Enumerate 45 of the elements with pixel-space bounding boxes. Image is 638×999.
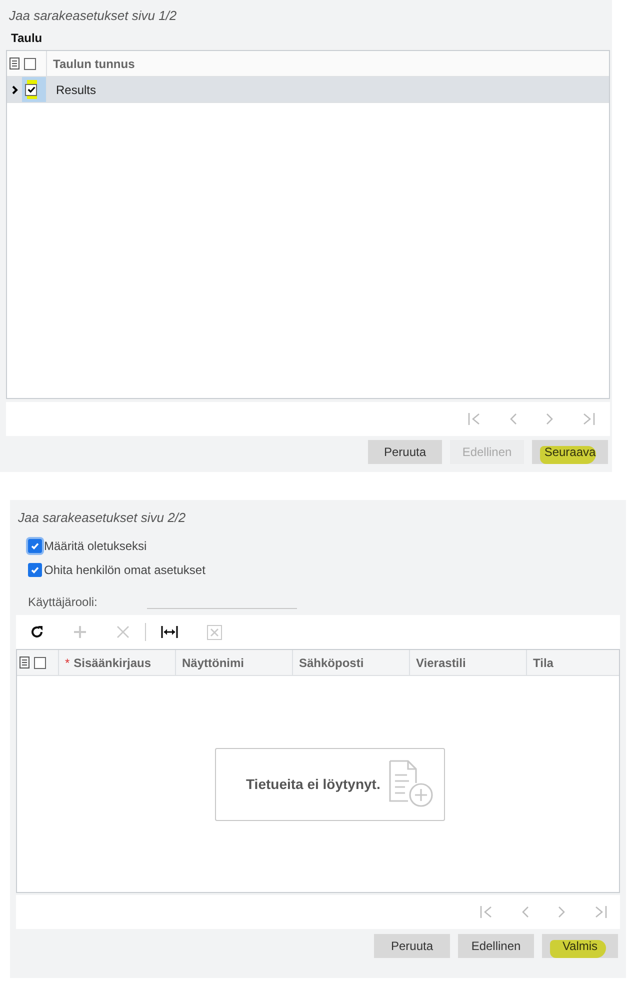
dialog-title: Jaa sarakeasetukset sivu 2/2 — [18, 510, 187, 525]
dialog-title: Jaa sarakeasetukset sivu 1/2 — [9, 8, 178, 23]
column-label: Tila — [533, 656, 554, 670]
required-mark: * — [65, 656, 70, 670]
column-label: Vierastili — [416, 656, 466, 670]
next-page-icon[interactable] — [545, 412, 555, 426]
dialog-button[interactable]: Edellinen — [458, 934, 534, 958]
first-page-icon[interactable] — [467, 412, 481, 426]
column-header[interactable]: Vierastili — [410, 650, 527, 675]
first-page-icon[interactable] — [479, 905, 493, 919]
dialog-button[interactable]: Peruuta — [368, 440, 442, 464]
previous-page-icon[interactable] — [508, 412, 518, 426]
fit-width-icon[interactable] — [161, 625, 178, 639]
column-label: Sähköposti — [299, 656, 364, 670]
add-document-icon — [388, 759, 436, 809]
column-chooser-icon[interactable] — [9, 57, 20, 70]
refresh-icon[interactable] — [30, 625, 44, 639]
previous-page-icon[interactable] — [520, 905, 530, 919]
table-row[interactable]: Results — [7, 77, 609, 103]
dialog-button[interactable]: Peruuta — [374, 934, 450, 958]
option-label: Ohita henkilön omat asetukset — [44, 563, 206, 577]
select-all-checkbox[interactable] — [34, 656, 46, 668]
column-header[interactable]: Tila — [527, 650, 619, 675]
dialog-button[interactable]: Valmis — [542, 934, 618, 958]
column-label: Näyttönimi — [182, 656, 244, 670]
row-checkbox[interactable] — [25, 84, 37, 96]
checkmark-icon — [30, 541, 40, 551]
column-chooser-icon[interactable] — [19, 656, 30, 669]
empty-message: Tietueita ei löytynyt. — [246, 776, 380, 792]
dialog-button[interactable]: Seuraava — [532, 440, 608, 464]
table-cell-text: Results — [55, 82, 98, 98]
option-label: Määritä oletukseksi — [44, 539, 147, 553]
next-page-icon[interactable] — [557, 905, 567, 919]
last-page-icon[interactable] — [594, 905, 608, 919]
column-label: Sisäänkirjaus — [74, 656, 152, 670]
select-all-checkbox[interactable] — [24, 58, 36, 70]
last-page-icon[interactable] — [582, 412, 596, 426]
column-header[interactable]: * Sisäänkirjaus — [59, 650, 176, 675]
section-label: Taulu — [11, 31, 44, 45]
column-header[interactable]: Sähköposti — [293, 650, 410, 675]
option-checkbox[interactable] — [28, 563, 42, 577]
chevron-icon[interactable] — [10, 84, 18, 94]
column-header[interactable]: Näyttönimi — [176, 650, 293, 675]
checkmark-icon — [30, 565, 40, 575]
field-label: Käyttäjärooli: — [28, 595, 98, 609]
